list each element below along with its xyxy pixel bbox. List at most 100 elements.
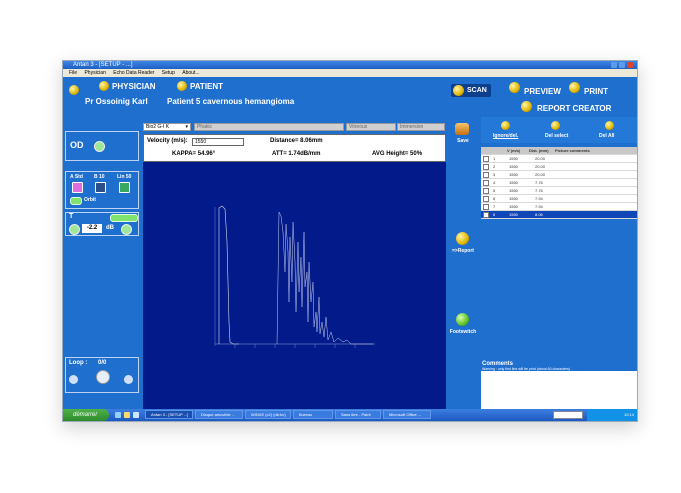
table-row[interactable]: 5 1550 7.76 [481, 187, 637, 195]
medium-select[interactable]: Vitreous [346, 123, 396, 131]
table-row[interactable]: 6 1550 7.94 [481, 195, 637, 203]
orbit-toggle[interactable] [70, 197, 82, 205]
minimize-icon[interactable] [611, 62, 617, 68]
delete-all-button[interactable]: Del All [599, 133, 614, 139]
velocity-label: Velocity (m/s): [147, 138, 188, 144]
quicklaunch-explorer-icon[interactable] [133, 412, 139, 418]
gain-mode-pill[interactable] [110, 214, 138, 222]
home-icon[interactable] [69, 85, 79, 95]
save-button[interactable]: Save [446, 138, 480, 144]
print-icon[interactable] [569, 82, 580, 93]
taskbar-item-removable-disk[interactable]: Disque amovible ... [195, 410, 243, 419]
patient-icon[interactable] [177, 81, 187, 91]
loop-next-icon[interactable] [124, 375, 133, 384]
row-number: 1 [493, 156, 496, 161]
menu-item-setup[interactable]: Setup [162, 70, 175, 76]
delete-selected-icon[interactable] [551, 121, 560, 130]
physician-icon[interactable] [99, 81, 109, 91]
row-checkbox[interactable] [483, 212, 489, 218]
t-label: T [69, 213, 74, 220]
physician-label[interactable]: PHYSICIAN [112, 82, 156, 91]
report-creator-icon[interactable] [521, 101, 532, 112]
language-bar[interactable] [553, 411, 583, 419]
row-checkbox[interactable] [483, 188, 489, 194]
scan-button[interactable]: SCAN [451, 84, 491, 97]
gain-unit: dB [106, 225, 114, 231]
footswitch-button[interactable]: Footswitch [446, 329, 480, 335]
preview-button[interactable]: PREVIEW [524, 87, 561, 96]
quicklaunch-desktop-icon[interactable] [115, 412, 121, 418]
row-checkbox[interactable] [483, 180, 489, 186]
table-row-selected[interactable]: 8 1550 8.06 [481, 211, 637, 219]
clock[interactable]: 10:14 [624, 412, 634, 417]
velocity-input[interactable]: 1550 [192, 138, 244, 146]
report-button[interactable]: =>Report [446, 248, 480, 254]
velocity-cell: 1550 [509, 212, 518, 217]
app-window: Antan 3 - [SETUP - ...] File Physician E… [62, 60, 638, 422]
gain-value[interactable]: -2.2 [82, 224, 102, 233]
measurements-panel: Ignore/del. Del select Del All V (m/s) D… [481, 117, 637, 409]
astd-button[interactable] [72, 182, 83, 193]
row-checkbox[interactable] [483, 164, 489, 170]
technique-select[interactable]: Immersion [397, 123, 445, 131]
b10-button[interactable] [95, 182, 106, 193]
ignore-delete-icon[interactable] [501, 121, 510, 130]
system-tray: 10:14 [587, 409, 637, 421]
distance-cell: 20.00 [535, 172, 546, 177]
taskbar-item-antan[interactable]: Antan 3 - [SETUP ...] [145, 410, 193, 419]
b10-label: B 10 [94, 174, 105, 180]
row-checkbox[interactable] [483, 172, 489, 178]
menu-item-about[interactable]: About... [182, 70, 199, 76]
gain-decrease-icon[interactable] [69, 224, 80, 235]
comments-textarea[interactable] [481, 371, 637, 409]
taskbar-item-paint[interactable]: Sans titre - Paint [335, 410, 381, 419]
probe-select[interactable]: Bio2 G-I K ▾ [143, 123, 191, 131]
table-row[interactable]: 2 1550 20.00 [481, 163, 637, 171]
row-checkbox[interactable] [483, 196, 489, 202]
maximize-icon[interactable] [619, 62, 625, 68]
menu-item-physician[interactable]: Physician [84, 70, 105, 76]
table-row[interactable]: 4 1550 7.76 [481, 179, 637, 187]
taskbar-item-office[interactable]: Microsoft Office ... [383, 410, 431, 419]
taskbar-item-label: Bureau [299, 412, 312, 417]
patient-label[interactable]: PATIENT [190, 82, 223, 91]
lens-select[interactable]: Phakic [194, 123, 344, 131]
probe-select-value: Bio2 G-I K [146, 124, 170, 130]
att-readout: ATT= 1.74dB/mm [272, 151, 321, 157]
report-creator-button[interactable]: REPORT CREATOR [537, 104, 611, 113]
gain-increase-icon[interactable] [121, 224, 132, 235]
menu-item-file[interactable]: File [69, 70, 77, 76]
save-icon[interactable] [455, 123, 469, 135]
lin50-button[interactable] [119, 182, 130, 193]
footswitch-icon[interactable] [456, 313, 469, 326]
loop-prev-icon[interactable] [69, 375, 78, 384]
taskbar-item-desktop[interactable]: Bureau [293, 410, 333, 419]
table-row[interactable]: 7 1550 7.94 [481, 203, 637, 211]
eye-label[interactable]: OD [70, 140, 84, 150]
eye-box: OD [65, 131, 139, 161]
loop-label: Loop : [69, 360, 88, 366]
echogram-plot[interactable] [143, 162, 446, 409]
loop-play-icon[interactable] [96, 370, 110, 384]
ignore-delete-button[interactable]: Ignore/del. [493, 133, 518, 139]
action-panel: Save =>Report Footswitch [446, 117, 480, 409]
row-checkbox[interactable] [483, 204, 489, 210]
scan-icon [453, 85, 464, 96]
taskbar-item-winxe[interactable]: WINXE (c2) (db:bc) [245, 410, 291, 419]
close-icon[interactable] [627, 62, 633, 68]
eye-toggle-icon[interactable] [94, 141, 105, 152]
mode-box: A Std B 10 Lin 50 Orbit [65, 171, 139, 209]
table-row[interactable]: 3 1550 20.00 [481, 171, 637, 179]
start-button[interactable]: démarrer [63, 409, 109, 421]
delete-selected-button[interactable]: Del select [545, 133, 568, 139]
menu-item-echo-data-reader[interactable]: Echo Data Reader [113, 70, 154, 76]
table-row[interactable]: 1 1550 20.00 [481, 155, 637, 163]
report-icon[interactable] [456, 232, 469, 245]
column-header: Dist. (mm) [529, 148, 549, 153]
preview-icon[interactable] [509, 82, 520, 93]
delete-all-icon[interactable] [605, 121, 614, 130]
technique-select-value: Immersion [400, 124, 424, 130]
row-checkbox[interactable] [483, 156, 489, 162]
print-button[interactable]: PRINT [584, 87, 608, 96]
quicklaunch-browser-icon[interactable] [124, 412, 130, 418]
